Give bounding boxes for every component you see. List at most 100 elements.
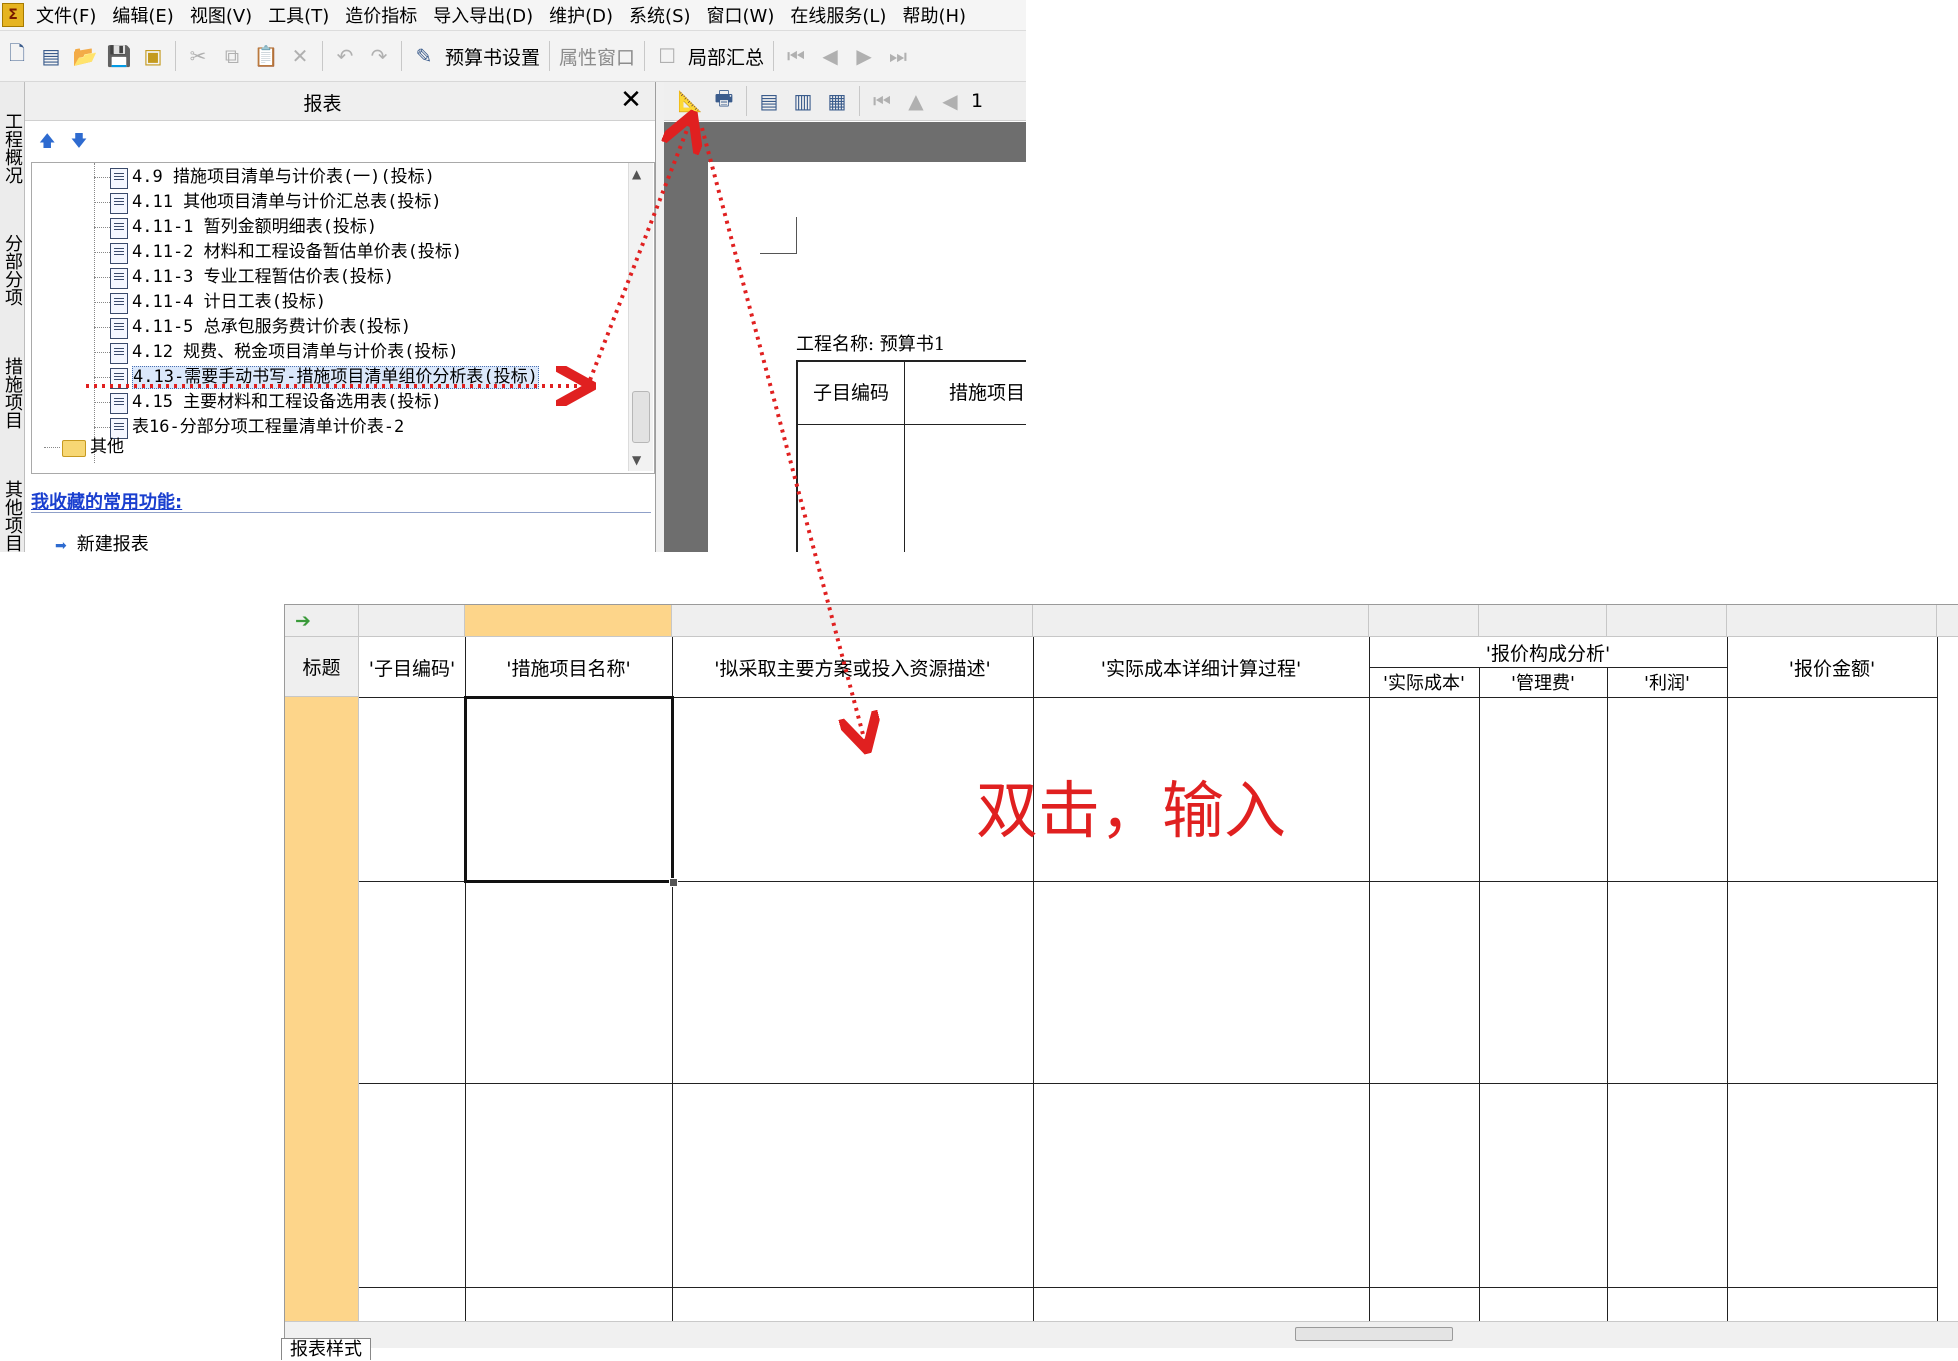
multi-page-icon[interactable]: ▦ [823, 87, 851, 115]
new-report-link[interactable]: ➡ 新建报表 [55, 530, 149, 552]
column-header[interactable] [1369, 605, 1479, 637]
tree-item[interactable]: 4.11 其他项目清单与计价汇总表(投标) [32, 190, 622, 215]
menu-cost-index[interactable]: 造价指标 [337, 2, 425, 28]
tree-item[interactable]: 4.11-5 总承包服务费计价表(投标) [32, 315, 622, 340]
tree-item[interactable]: 4.11-4 计日工表(投标) [32, 290, 622, 315]
tree-item[interactable]: 4.15 主要材料和工程设备选用表(投标) [32, 390, 622, 415]
sheet-tab[interactable]: 报表样式 [281, 1335, 371, 1361]
menu-maintain[interactable]: 维护(D) [541, 2, 621, 28]
column-header[interactable] [1607, 605, 1727, 637]
tree-item[interactable]: 4.9 措施项目清单与计价表(一)(投标) [32, 165, 622, 190]
tree-item[interactable]: 4.12 规费、税金项目清单与计价表(投标) [32, 340, 622, 365]
print-icon[interactable]: 🖶 [710, 86, 738, 115]
menu-system[interactable]: 系统(S) [621, 2, 698, 28]
menu-online-service[interactable]: 在线服务(L) [782, 2, 894, 28]
menu-edit[interactable]: 编辑(E) [104, 2, 181, 28]
delete-icon[interactable]: ✕ [286, 42, 314, 70]
column-header-selected[interactable] [465, 605, 672, 637]
tree-item-label: 4.11-3 专业工程暂估价表(投标) [132, 267, 395, 287]
new-project-icon[interactable]: ▤ [37, 42, 65, 70]
menu-bar: Σ 文件(F) 编辑(E) 视图(V) 工具(T) 造价指标 导入导出(D) 维… [0, 0, 1026, 31]
tab-sub-items[interactable]: 分部分项 [0, 234, 23, 306]
tab-measure-items[interactable]: 措施项目 [0, 357, 23, 429]
column-header[interactable] [1479, 605, 1607, 637]
tree-item[interactable]: 4.11-3 专业工程暂估价表(投标) [32, 265, 622, 290]
new-file-icon[interactable]: 🗋 [3, 41, 31, 70]
budget-setting-button[interactable]: 预算书设置 [441, 43, 544, 70]
budget-setting-icon[interactable]: ✎ [410, 42, 438, 70]
horizontal-scrollbar[interactable] [285, 1321, 1958, 1348]
header-measure-name[interactable]: '措施项目名称' [465, 637, 672, 697]
column-header[interactable] [359, 605, 465, 637]
next-page-icon[interactable]: ▶ [850, 42, 878, 70]
prev-page-icon[interactable]: ◀ [816, 42, 844, 70]
menu-view[interactable]: 视图(V) [182, 2, 260, 28]
header-price-analysis[interactable]: '报价构成分析' [1369, 637, 1727, 667]
report-doc-icon [110, 343, 128, 364]
row-header-title[interactable]: 标题 [285, 637, 359, 697]
first-page-icon[interactable]: ⏮ [868, 87, 896, 115]
redo-icon[interactable]: ↷ [365, 42, 393, 70]
app-logo-icon: Σ [2, 3, 24, 27]
tree-scroll-thumb[interactable] [632, 391, 650, 443]
undo-icon[interactable]: ↶ [331, 42, 359, 70]
menu-window[interactable]: 窗口(W) [699, 2, 783, 28]
tree-item[interactable]: 4.13-需要手动书写-措施项目清单组价分析表(投标) [32, 365, 622, 390]
header-plan-description[interactable]: '拟采取主要方案或投入资源描述' [672, 637, 1033, 697]
save-icon[interactable]: 💾 [105, 42, 133, 70]
tree-item[interactable]: 4.11-2 材料和工程设备暂估单价表(投标) [32, 240, 622, 265]
fill-handle[interactable] [669, 878, 678, 887]
partial-summary-button[interactable]: 局部汇总 [684, 43, 768, 70]
single-page-icon[interactable]: ▤ [755, 87, 783, 115]
move-down-icon[interactable]: 🡇 [71, 131, 87, 150]
tab-other-items[interactable]: 其他项目 [0, 480, 23, 552]
paste-icon[interactable]: 📋 [252, 42, 280, 70]
favorites-title[interactable]: 我收藏的常用功能: [31, 488, 182, 514]
grid-line [359, 1083, 1937, 1084]
move-up-icon[interactable]: 🡅 [39, 131, 55, 150]
design-edit-icon[interactable]: 📐 [676, 87, 704, 115]
row-header-selected[interactable] [285, 697, 359, 1321]
column-header[interactable] [1937, 605, 1958, 637]
checkbox-icon[interactable]: ☐ [653, 42, 681, 70]
header-profit[interactable]: '利润' [1607, 667, 1727, 697]
menu-file[interactable]: 文件(F) [28, 2, 104, 28]
close-icon[interactable]: ✕ [615, 84, 647, 116]
scroll-up-icon[interactable]: ▲ [632, 167, 641, 181]
preview-col-divider [904, 424, 905, 552]
two-page-icon[interactable]: ▥ [789, 87, 817, 115]
prev-page-icon[interactable]: ◀ [936, 87, 964, 115]
column-header[interactable] [672, 605, 1033, 637]
column-header[interactable] [1033, 605, 1369, 637]
open-folder-icon[interactable]: 📂 [71, 42, 99, 70]
grid-line [1727, 637, 1728, 1321]
header-code[interactable]: '子目编码' [359, 637, 465, 697]
header-management-fee[interactable]: '管理费' [1479, 667, 1607, 697]
tree-item-label: 4.11-2 材料和工程设备暂估单价表(投标) [132, 242, 463, 262]
tree-folder-other[interactable]: 其他 [32, 435, 622, 460]
first-page-icon[interactable]: ⏮ [782, 42, 810, 70]
menu-tools[interactable]: 工具(T) [260, 2, 337, 28]
tree-connector [94, 377, 110, 379]
horizontal-scroll-thumb[interactable] [1295, 1327, 1453, 1341]
copy-icon[interactable]: ⧉ [218, 42, 246, 70]
header-actual-cost[interactable]: '实际成本' [1369, 667, 1479, 697]
corner-arrow-icon[interactable]: ➔ [285, 605, 359, 637]
prev-page-up-icon[interactable]: ▲ [902, 87, 930, 115]
tab-project-overview[interactable]: 工程概况 [0, 112, 23, 184]
menu-import-export[interactable]: 导入导出(D) [425, 2, 541, 28]
column-header[interactable] [1727, 605, 1937, 637]
header-cost-calculation[interactable]: '实际成本详细计算过程' [1033, 637, 1369, 697]
grid-line [1369, 637, 1370, 1321]
export-icon[interactable]: ▣ [139, 42, 167, 70]
toolbar-separator [644, 41, 646, 71]
tree-connector [94, 427, 110, 429]
menu-help[interactable]: 帮助(H) [894, 2, 974, 28]
scroll-down-icon[interactable]: ▼ [632, 453, 641, 467]
property-window-button[interactable]: 属性窗口 [555, 43, 639, 70]
header-quote-amount[interactable]: '报价金额' [1727, 637, 1937, 697]
active-cell[interactable] [464, 696, 674, 883]
tree-item[interactable]: 4.11-1 暂列金额明细表(投标) [32, 215, 622, 240]
cut-icon[interactable]: ✂ [184, 42, 212, 70]
last-page-icon[interactable]: ⏭ [884, 42, 912, 70]
